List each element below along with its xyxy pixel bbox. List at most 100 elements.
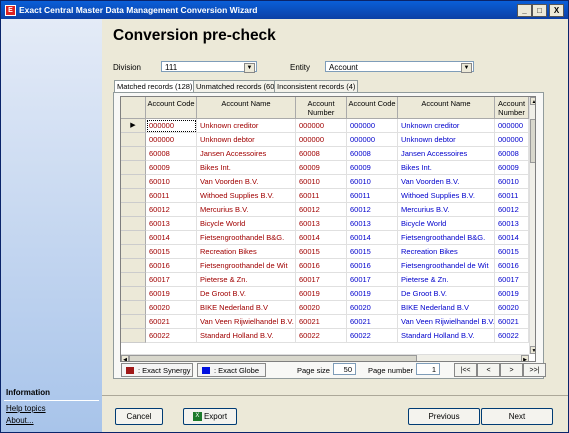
help-topics-link[interactable]: Help topics (6, 404, 46, 413)
row-selector[interactable]: ▶ (121, 119, 146, 133)
globe-cell[interactable]: 60021 (495, 315, 529, 329)
first-page-button[interactable]: |<< (454, 363, 477, 377)
globe-cell[interactable]: Withoed Supplies B.V. (398, 189, 495, 203)
vertical-scrollbar[interactable]: ▲ ▼ (529, 97, 535, 354)
last-page-button[interactable]: >>| (523, 363, 546, 377)
globe-cell[interactable]: 60016 (495, 259, 529, 273)
about-link[interactable]: About... (6, 416, 34, 425)
synergy-cell[interactable]: Bikes Int. (197, 161, 296, 175)
row-selector[interactable] (121, 175, 146, 189)
synergy-cell[interactable]: 000000 (146, 119, 197, 133)
division-select[interactable]: 111 ▼ (161, 61, 257, 73)
cancel-button[interactable]: Cancel (115, 408, 163, 425)
synergy-cell[interactable]: Pieterse & Zn. (197, 273, 296, 287)
synergy-cell[interactable]: 60012 (146, 203, 197, 217)
scroll-thumb[interactable] (530, 119, 535, 163)
globe-cell[interactable]: 60010 (347, 175, 398, 189)
table-row[interactable]: 60014 Fietsengroothandel B&G. 60014 60014 Fi… (121, 231, 535, 245)
column-header-synergy-number[interactable]: Account Number (296, 97, 347, 119)
globe-cell[interactable]: 60013 (495, 217, 529, 231)
synergy-cell[interactable]: 60017 (296, 273, 347, 287)
globe-cell[interactable]: 60016 (347, 259, 398, 273)
synergy-cell[interactable]: 60015 (296, 245, 347, 259)
synergy-cell[interactable]: 60010 (296, 175, 347, 189)
globe-cell[interactable]: Van Voorden B.V. (398, 175, 495, 189)
row-selector[interactable] (121, 147, 146, 161)
row-selector[interactable] (121, 231, 146, 245)
column-header-globe-name[interactable]: Account Name (398, 97, 495, 119)
synergy-cell[interactable]: 60021 (296, 315, 347, 329)
scroll-up-icon[interactable]: ▲ (530, 97, 535, 105)
globe-cell[interactable]: Recreation Bikes (398, 245, 495, 259)
column-header-synergy-code[interactable]: Account Code (146, 97, 197, 119)
synergy-cell[interactable]: 60020 (296, 301, 347, 315)
globe-cell[interactable]: 60019 (495, 287, 529, 301)
globe-cell[interactable]: 60011 (495, 189, 529, 203)
page-size-input[interactable]: 50 (333, 363, 356, 375)
chevron-down-icon[interactable]: ▼ (244, 63, 255, 73)
scroll-left-icon[interactable]: ◀ (121, 355, 129, 361)
synergy-cell[interactable]: 60021 (146, 315, 197, 329)
globe-cell[interactable]: 60009 (347, 161, 398, 175)
table-row[interactable]: 60010 Van Voorden B.V. 60010 60010 Van Voord… (121, 175, 535, 189)
scroll-thumb-horizontal[interactable] (129, 355, 417, 361)
synergy-cell[interactable]: 60010 (146, 175, 197, 189)
row-selector[interactable] (121, 259, 146, 273)
globe-cell[interactable]: 60008 (347, 147, 398, 161)
scroll-down-icon[interactable]: ▼ (530, 346, 535, 354)
globe-cell[interactable]: 60008 (495, 147, 529, 161)
synergy-cell[interactable]: 60019 (146, 287, 197, 301)
table-row[interactable]: 60009 Bikes Int. 60009 60009 Bikes Int. 60009 (121, 161, 535, 175)
tab-inconsistent-records[interactable]: Inconsistent records (4) (274, 80, 359, 92)
table-row[interactable]: 60013 Bicycle World 60013 60013 Bicycle Worl… (121, 217, 535, 231)
page-number-input[interactable]: 1 (416, 363, 440, 375)
table-row[interactable]: 60008 Jansen Accessoires 60008 60008 Jansen … (121, 147, 535, 161)
column-header-globe-number[interactable]: Account Number (495, 97, 529, 119)
globe-cell[interactable]: Fietsengroothandel B&G. (398, 231, 495, 245)
synergy-cell[interactable]: Unknown debtor (197, 133, 296, 147)
globe-cell[interactable]: 60015 (347, 245, 398, 259)
synergy-cell[interactable]: 60014 (146, 231, 197, 245)
next-page-button[interactable]: > (500, 363, 523, 377)
synergy-cell[interactable]: Bicycle World (197, 217, 296, 231)
globe-cell[interactable]: 60009 (495, 161, 529, 175)
row-selector[interactable] (121, 217, 146, 231)
synergy-cell[interactable]: 60011 (296, 189, 347, 203)
synergy-cell[interactable]: 60015 (146, 245, 197, 259)
synergy-cell[interactable]: 60008 (146, 147, 197, 161)
chevron-down-icon[interactable]: ▼ (461, 63, 472, 73)
synergy-cell[interactable]: 60017 (146, 273, 197, 287)
globe-cell[interactable]: 60013 (347, 217, 398, 231)
synergy-cell[interactable]: 60008 (296, 147, 347, 161)
scroll-right-icon[interactable]: ▶ (521, 355, 529, 361)
synergy-cell[interactable]: 60020 (146, 301, 197, 315)
globe-cell[interactable]: 60012 (495, 203, 529, 217)
globe-cell[interactable]: 000000 (495, 133, 529, 147)
row-selector[interactable] (121, 287, 146, 301)
row-selector[interactable] (121, 329, 146, 343)
table-row[interactable]: ▶ 000000 Unknown creditor 000000 000000 Unkno… (121, 119, 535, 133)
globe-cell[interactable]: 60020 (495, 301, 529, 315)
synergy-cell[interactable]: 000000 (296, 119, 347, 133)
synergy-cell[interactable]: 60016 (146, 259, 197, 273)
globe-cell[interactable]: Standard Holland B.V. (398, 329, 495, 343)
globe-cell[interactable]: BIKE Nederland B.V (398, 301, 495, 315)
synergy-cell[interactable]: Standard Holland B.V. (197, 329, 296, 343)
globe-cell[interactable]: 000000 (495, 119, 529, 133)
column-header-synergy-name[interactable]: Account Name (197, 97, 296, 119)
globe-cell[interactable]: Fietsengroothandel de Wit (398, 259, 495, 273)
synergy-cell[interactable]: 60013 (146, 217, 197, 231)
synergy-cell[interactable]: 60009 (296, 161, 347, 175)
globe-cell[interactable]: 000000 (347, 119, 398, 133)
maximize-button[interactable]: □ (532, 4, 547, 17)
synergy-cell[interactable]: Fietsengroothandel B&G. (197, 231, 296, 245)
table-row[interactable]: 60020 BIKE Nederland B.V 60020 60020 BIKE Ne… (121, 301, 535, 315)
table-row[interactable]: 60012 Mercurius B.V. 60012 60012 Mercurius B… (121, 203, 535, 217)
horizontal-scrollbar[interactable]: ◀ ▶ (121, 354, 529, 361)
synergy-cell[interactable]: 60013 (296, 217, 347, 231)
synergy-cell[interactable]: De Groot B.V. (197, 287, 296, 301)
globe-cell[interactable]: 60015 (495, 245, 529, 259)
table-row[interactable]: 60016 Fietsengroothandel de Wit 60016 60016… (121, 259, 535, 273)
previous-page-button[interactable]: < (477, 363, 500, 377)
synergy-cell[interactable]: Fietsengroothandel de Wit (197, 259, 296, 273)
